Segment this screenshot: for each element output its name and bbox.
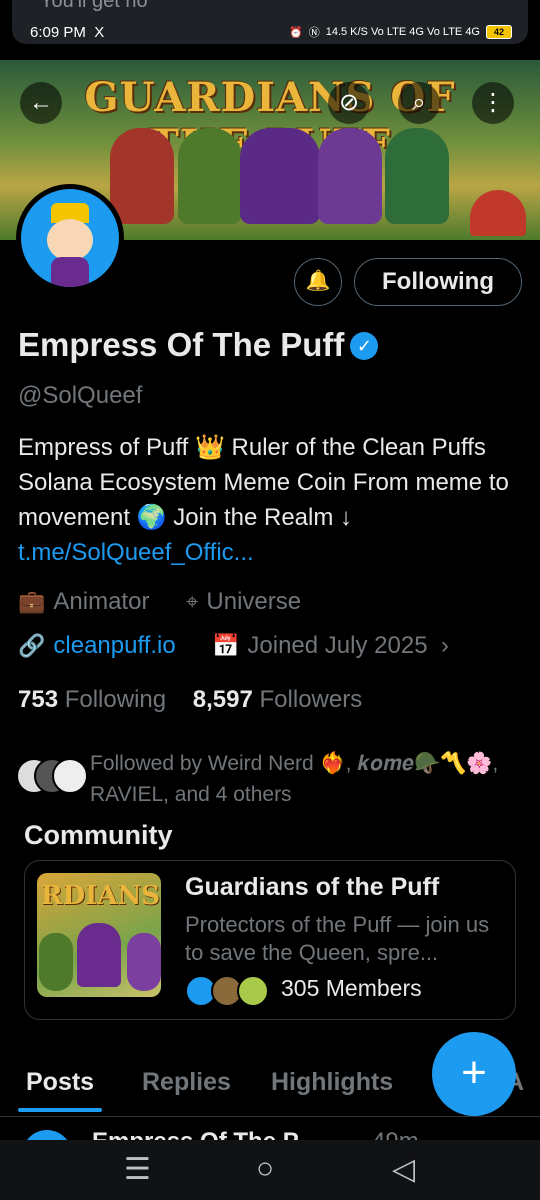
community-thumb-text: RDIANS: [41, 881, 161, 911]
community-name: Guardians of the Puff: [185, 873, 440, 901]
post-author-name: Empress Of The P: [92, 1128, 299, 1140]
system-navigation-bar: ☰ ○ ◁: [0, 1140, 540, 1200]
profile-location: ⌖ Universe: [186, 588, 302, 615]
back-button[interactable]: ←: [20, 82, 62, 124]
community-thumb-wizard: [127, 933, 161, 991]
first-post-peek[interactable]: Empress Of The P 49m: [0, 1118, 540, 1140]
briefcase-icon: 💼: [18, 589, 46, 614]
following-count-link[interactable]: 753 Following: [18, 686, 166, 713]
community-members: 305 Members: [281, 975, 422, 1001]
profile-joined[interactable]: 📅 Joined July 2025 ›: [212, 632, 449, 660]
status-time: 6:09 PM X: [30, 24, 105, 41]
more-button[interactable]: ⋮: [472, 82, 514, 124]
plus-icon: +: [461, 1048, 487, 1097]
network-indicator: 14.5 K/S Vo LTE 4G Vo LTE 4G: [325, 26, 480, 38]
community-thumb-soldier: [39, 933, 73, 991]
profile-handle: @SolQueef: [18, 382, 143, 409]
community-heading: Community: [24, 820, 173, 850]
verified-badge-icon: ✓: [350, 332, 379, 360]
followers-count-link[interactable]: 8,597 Followers: [193, 686, 362, 713]
tab-highlights[interactable]: Highlights: [271, 1068, 393, 1097]
status-bar: 6:09 PM X ⏰ Ⓝ 14.5 K/S Vo LTE 4G Vo LTE …: [0, 20, 540, 50]
search-button[interactable]: ⌕: [398, 82, 440, 124]
notifications-bell-button[interactable]: 🔔: [294, 258, 342, 306]
hide-icon: ⊘: [338, 89, 360, 116]
location-pin-icon: ⌖: [186, 589, 199, 614]
profile-stats: 753 Following 8,597 Followers: [18, 686, 362, 714]
member-avatar-3: [237, 975, 269, 1007]
banner-character-frog: [385, 128, 449, 224]
profile-avatar[interactable]: [16, 184, 124, 292]
hide-button[interactable]: ⊘: [328, 82, 370, 124]
bell-icon: 🔔: [305, 270, 331, 292]
community-card[interactable]: RDIANS Guardians of the Puff Protectors …: [24, 860, 516, 1020]
nav-back-icon[interactable]: ◁: [392, 1152, 415, 1187]
bio-text: Empress of Puff 👑 Ruler of the Clean Puf…: [18, 434, 509, 531]
banner-character-queen: [240, 128, 320, 224]
nfc-icon: Ⓝ: [308, 27, 320, 39]
tab-replies[interactable]: Replies: [142, 1068, 231, 1097]
banner-character-wizard: [318, 128, 382, 224]
more-icon: ⋮: [481, 89, 505, 116]
status-indicators: ⏰ Ⓝ 14.5 K/S Vo LTE 4G Vo LTE 4G 42: [289, 24, 512, 40]
profile-bio: Empress of Puff 👑 Ruler of the Clean Puf…: [18, 430, 528, 570]
bio-link[interactable]: t.me/SolQueef_Offic...: [18, 539, 254, 566]
back-arrow-icon: ←: [29, 89, 53, 116]
post-avatar: [22, 1130, 72, 1140]
profile-category: 💼 Animator: [18, 588, 150, 615]
followed-by-text[interactable]: Followed by Weird Nerd ❤️‍🔥, 𝒌𝒐𝒎𝒆🪖〽️🌸, R…: [90, 748, 530, 810]
tab-posts[interactable]: Posts: [26, 1068, 94, 1097]
x-app-icon: X: [94, 24, 105, 41]
avatar-body: [51, 257, 89, 287]
calendar-icon: 📅: [212, 633, 240, 658]
alarm-icon: ⏰: [289, 26, 303, 39]
home-icon[interactable]: ○: [256, 1152, 274, 1186]
following-button[interactable]: Following: [354, 258, 522, 306]
banner-character-warrior: [110, 128, 174, 224]
compose-post-button[interactable]: +: [432, 1032, 516, 1116]
follower-avatar-3: [52, 758, 88, 794]
community-thumbnail: RDIANS: [37, 873, 161, 997]
community-thumb-queen: [77, 923, 121, 987]
banner-mushroom: [470, 190, 526, 236]
search-icon: ⌕: [412, 89, 426, 116]
battery-icon: 42: [486, 25, 512, 39]
profile-name: Empress Of The Puff ✓: [18, 326, 379, 364]
chevron-right-icon: ›: [434, 632, 449, 659]
avatar-image: [21, 189, 119, 287]
notification-peek-text: You'll get no: [40, 0, 148, 12]
recents-icon[interactable]: ☰: [124, 1152, 151, 1187]
link-icon: 🔗: [18, 633, 46, 658]
avatar-face: [47, 219, 93, 261]
banner-character-soldier: [178, 128, 242, 224]
post-time: 49m: [372, 1128, 419, 1140]
profile-website[interactable]: 🔗 cleanpuff.io: [18, 632, 176, 660]
community-description: Protectors of the Puff — join us to save…: [185, 912, 490, 965]
tab-active-indicator: [18, 1108, 102, 1112]
